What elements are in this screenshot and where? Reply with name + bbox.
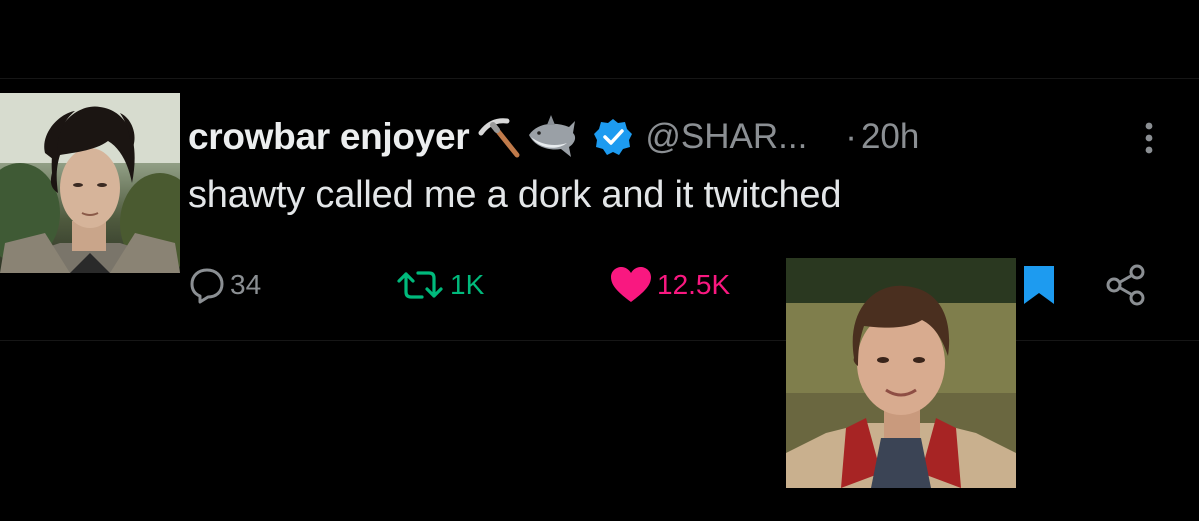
- bottom-divider: [0, 340, 1199, 341]
- reply-count: 34: [230, 269, 262, 300]
- share-button[interactable]: [1103, 262, 1149, 308]
- overlay-photo-art: [786, 258, 1016, 488]
- separator-dot: ·: [845, 117, 857, 156]
- shark-icon: [525, 113, 579, 161]
- verified-badge-icon: [593, 117, 633, 157]
- retweet-count: 1K: [450, 269, 485, 300]
- heart-icon: [611, 267, 651, 302]
- user-handle[interactable]: @SHAR...: [645, 117, 807, 157]
- avatar[interactable]: [0, 93, 180, 273]
- bookmark-button[interactable]: [1018, 262, 1060, 308]
- like-button[interactable]: 12.5K: [609, 262, 730, 308]
- bookmark-icon: [1024, 266, 1054, 304]
- overlay-photo: [786, 258, 1016, 488]
- avatar-photo-art: [0, 93, 180, 273]
- retweet-icon: [397, 271, 443, 299]
- timestamp[interactable]: 20h: [861, 117, 919, 157]
- reply-icon: [190, 268, 224, 304]
- top-divider: [0, 78, 1199, 79]
- more-options-icon[interactable]: [1138, 118, 1160, 158]
- tweet-text: shawty called me a dork and it twitched: [188, 174, 842, 216]
- display-name[interactable]: crowbar enjoyer: [188, 116, 470, 158]
- pick-icon: [473, 115, 521, 159]
- share-icon: [1106, 264, 1145, 306]
- retweet-button[interactable]: 1K: [396, 262, 484, 308]
- like-count: 12.5K: [657, 269, 731, 300]
- reply-button[interactable]: 34: [188, 262, 261, 308]
- tweet-header: crowbar enjoyer @SHAR... · 20h: [188, 112, 1188, 162]
